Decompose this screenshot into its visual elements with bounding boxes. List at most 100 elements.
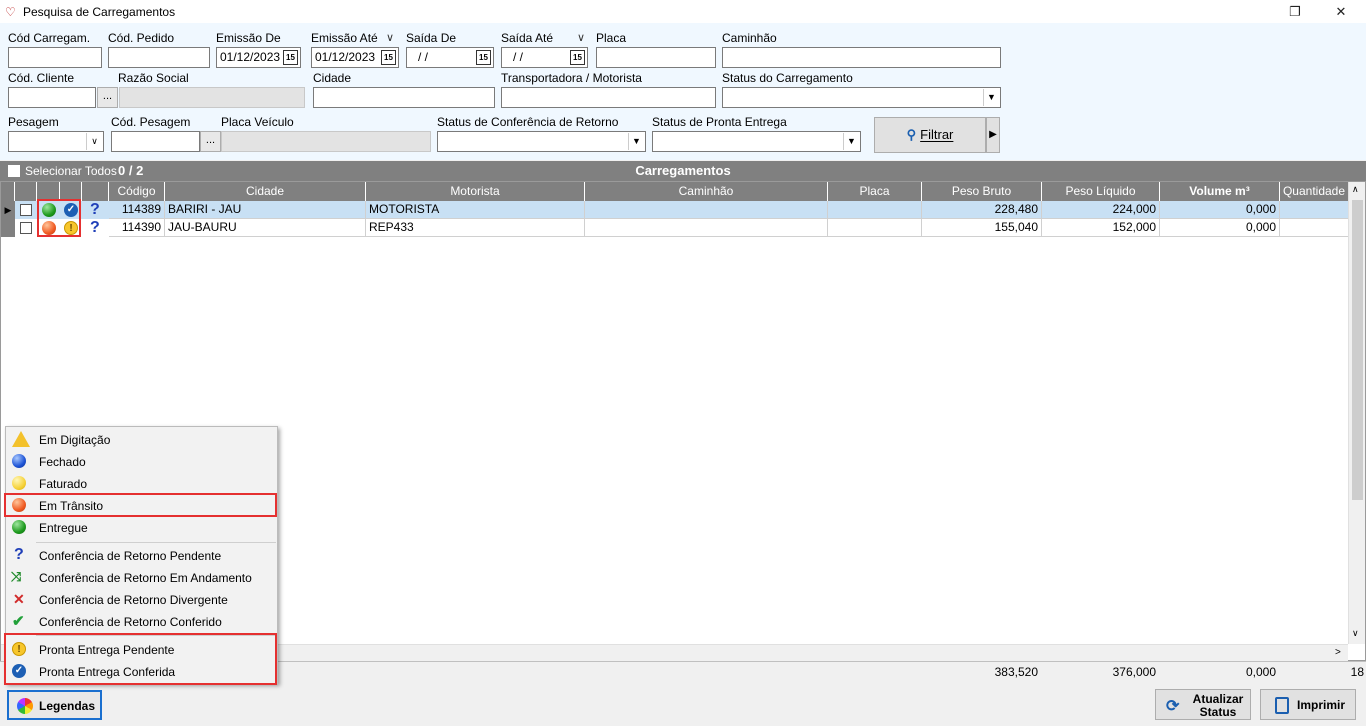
cell-peso-liquido: 152,000 bbox=[1042, 219, 1160, 237]
scroll-down-icon[interactable]: ∨ bbox=[1352, 628, 1359, 639]
cell-caminhao bbox=[585, 219, 828, 237]
razao-social-label: Razão Social bbox=[118, 71, 189, 85]
dropdown-arrow-icon[interactable]: ▼ bbox=[983, 89, 999, 106]
caminhao-input[interactable] bbox=[722, 47, 1001, 68]
total-peso-bruto: 383,520 bbox=[994, 665, 1038, 679]
calendar-icon[interactable]: 15 bbox=[476, 50, 491, 65]
col-peso-liquido[interactable]: Peso Líquido bbox=[1042, 182, 1160, 201]
highlight-box bbox=[4, 633, 277, 685]
cod-pedido-input[interactable] bbox=[108, 47, 210, 68]
saida-ate-input[interactable]: / / 15 bbox=[501, 47, 588, 68]
status-carregamento-label: Status do Carregamento bbox=[722, 71, 853, 85]
filtrar-dropdown-button[interactable]: ▶ bbox=[986, 117, 1000, 153]
status-conferencia-label: Status de Conferência de Retorno bbox=[437, 115, 619, 129]
scroll-thumb[interactable] bbox=[1352, 200, 1363, 500]
emissao-ate-label: Emissão Até bbox=[311, 31, 378, 45]
col-peso-bruto[interactable]: Peso Bruto bbox=[922, 182, 1042, 201]
row-checkbox[interactable] bbox=[20, 204, 32, 216]
atualizar-status-button[interactable]: ⟳ Atualizar Status bbox=[1155, 689, 1251, 720]
status-pronta-entrega-select[interactable]: ▼ bbox=[652, 131, 861, 152]
col-cidade[interactable]: Cidade bbox=[165, 182, 366, 201]
transportadora-input[interactable] bbox=[501, 87, 716, 108]
col-placa[interactable]: Placa bbox=[828, 182, 922, 201]
saida-ate-value: / / bbox=[513, 50, 524, 64]
calendar-icon[interactable]: 15 bbox=[283, 50, 298, 65]
question-icon: ? bbox=[90, 201, 100, 218]
status-conferencia-select[interactable]: ▼ bbox=[437, 131, 646, 152]
cliente-lookup-button[interactable]: ... bbox=[97, 87, 118, 108]
col-caminhao[interactable]: Caminhão bbox=[585, 182, 828, 201]
grid-title-bar: Selecionar Todos 0 / 2 Carregamentos bbox=[0, 161, 1366, 181]
calendar-icon[interactable]: 15 bbox=[381, 50, 396, 65]
cell-quantidade bbox=[1280, 219, 1349, 237]
imprimir-button[interactable]: Imprimir bbox=[1260, 689, 1356, 720]
pesagem-label: Pesagem bbox=[8, 115, 59, 129]
total-quantidade: 18 bbox=[1350, 665, 1364, 679]
app-icon: ♡ bbox=[5, 5, 16, 19]
question-icon: ? bbox=[90, 219, 100, 236]
calendar-icon[interactable]: 15 bbox=[570, 50, 585, 65]
refresh-icon: ⟳ bbox=[1166, 698, 1180, 715]
atualizar-status-label: Atualizar Status bbox=[1192, 692, 1244, 719]
legend-item: Em Digitação bbox=[6, 429, 277, 451]
imprimir-label: Imprimir bbox=[1297, 698, 1346, 712]
checkmark-icon: ✔ bbox=[12, 613, 25, 630]
dropdown-arrow-icon[interactable]: ∨ bbox=[86, 133, 102, 150]
cod-pesagem-label: Cód. Pesagem bbox=[111, 115, 191, 129]
pesagem-lookup-button[interactable]: ... bbox=[200, 131, 221, 152]
scroll-up-icon[interactable]: ∧ bbox=[1352, 184, 1359, 195]
x-icon: ✕ bbox=[13, 591, 25, 607]
cod-pedido-label: Cód. Pedido bbox=[108, 31, 175, 45]
legend-item: ? Conferência de Retorno Pendente bbox=[14, 546, 222, 564]
cell-caminhao bbox=[585, 201, 828, 219]
cod-carregam-input[interactable] bbox=[8, 47, 102, 68]
chevron-down-icon[interactable]: ∨ bbox=[386, 31, 394, 44]
chevron-down-icon[interactable]: ∨ bbox=[577, 31, 585, 44]
conferencia-header bbox=[82, 182, 109, 201]
cell-codigo: 114389 bbox=[109, 201, 165, 219]
warning-icon bbox=[12, 431, 30, 447]
yellow-ball-icon bbox=[12, 476, 26, 490]
dropdown-arrow-icon[interactable]: ▼ bbox=[843, 133, 859, 150]
cod-cliente-label: Cód. Cliente bbox=[8, 71, 75, 85]
emissao-ate-input[interactable]: 01/12/2023 15 bbox=[311, 47, 399, 68]
vertical-scrollbar[interactable]: ∧ ∨ bbox=[1348, 182, 1365, 644]
col-volume[interactable]: Volume m³ bbox=[1160, 182, 1280, 201]
status-carregamento-select[interactable]: ▼ bbox=[722, 87, 1001, 108]
col-quantidade[interactable]: Quantidade bbox=[1280, 182, 1349, 201]
legend-item: Faturado bbox=[6, 473, 277, 495]
legend-item: ✕ Conferência de Retorno Divergente bbox=[13, 591, 228, 607]
table-row[interactable]: ! ? 114390 JAU-BAURU REP433 155,040 152,… bbox=[1, 219, 1349, 237]
scroll-right-icon[interactable]: > bbox=[1335, 647, 1341, 658]
row-checkbox[interactable] bbox=[20, 222, 32, 234]
restore-button[interactable]: ❐ bbox=[1272, 0, 1318, 23]
saida-de-input[interactable]: / / 15 bbox=[406, 47, 494, 68]
title-bar: ♡ Pesquisa de Carregamentos ❐ ✕ bbox=[0, 0, 1366, 23]
close-button[interactable]: ✕ bbox=[1318, 0, 1364, 23]
placa-veiculo-label: Placa Veículo bbox=[221, 115, 294, 129]
col-motorista[interactable]: Motorista bbox=[366, 182, 585, 201]
emissao-de-input[interactable]: 01/12/2023 15 bbox=[216, 47, 301, 68]
legend-divider bbox=[36, 542, 276, 543]
question-icon: ? bbox=[14, 546, 24, 563]
green-ball-icon bbox=[12, 520, 26, 534]
dropdown-arrow-icon[interactable]: ▼ bbox=[628, 133, 644, 150]
checkbox-header bbox=[15, 182, 37, 201]
cidade-label: Cidade bbox=[313, 71, 352, 85]
col-codigo[interactable]: Código bbox=[109, 182, 165, 201]
cod-pesagem-input[interactable] bbox=[111, 131, 200, 152]
document-icon bbox=[1275, 697, 1289, 714]
placa-input[interactable] bbox=[596, 47, 716, 68]
filtrar-button[interactable]: ⚲ Filtrar bbox=[874, 117, 986, 153]
legendas-label: Legendas bbox=[39, 699, 96, 713]
table-row[interactable]: ▶ ✓ ? 114389 BARIRI - JAU MOTORISTA 228,… bbox=[1, 201, 1349, 219]
razao-social-input bbox=[119, 87, 305, 108]
cod-cliente-input[interactable] bbox=[8, 87, 96, 108]
cidade-input[interactable] bbox=[313, 87, 495, 108]
legendas-button[interactable]: Legendas bbox=[7, 690, 102, 720]
total-peso-liquido: 376,000 bbox=[1112, 665, 1156, 679]
cell-placa bbox=[828, 201, 922, 219]
row-indicator-icon bbox=[1, 219, 15, 237]
emissao-de-value: 01/12/2023 bbox=[220, 50, 281, 64]
pesagem-select[interactable]: ∨ bbox=[8, 131, 104, 152]
